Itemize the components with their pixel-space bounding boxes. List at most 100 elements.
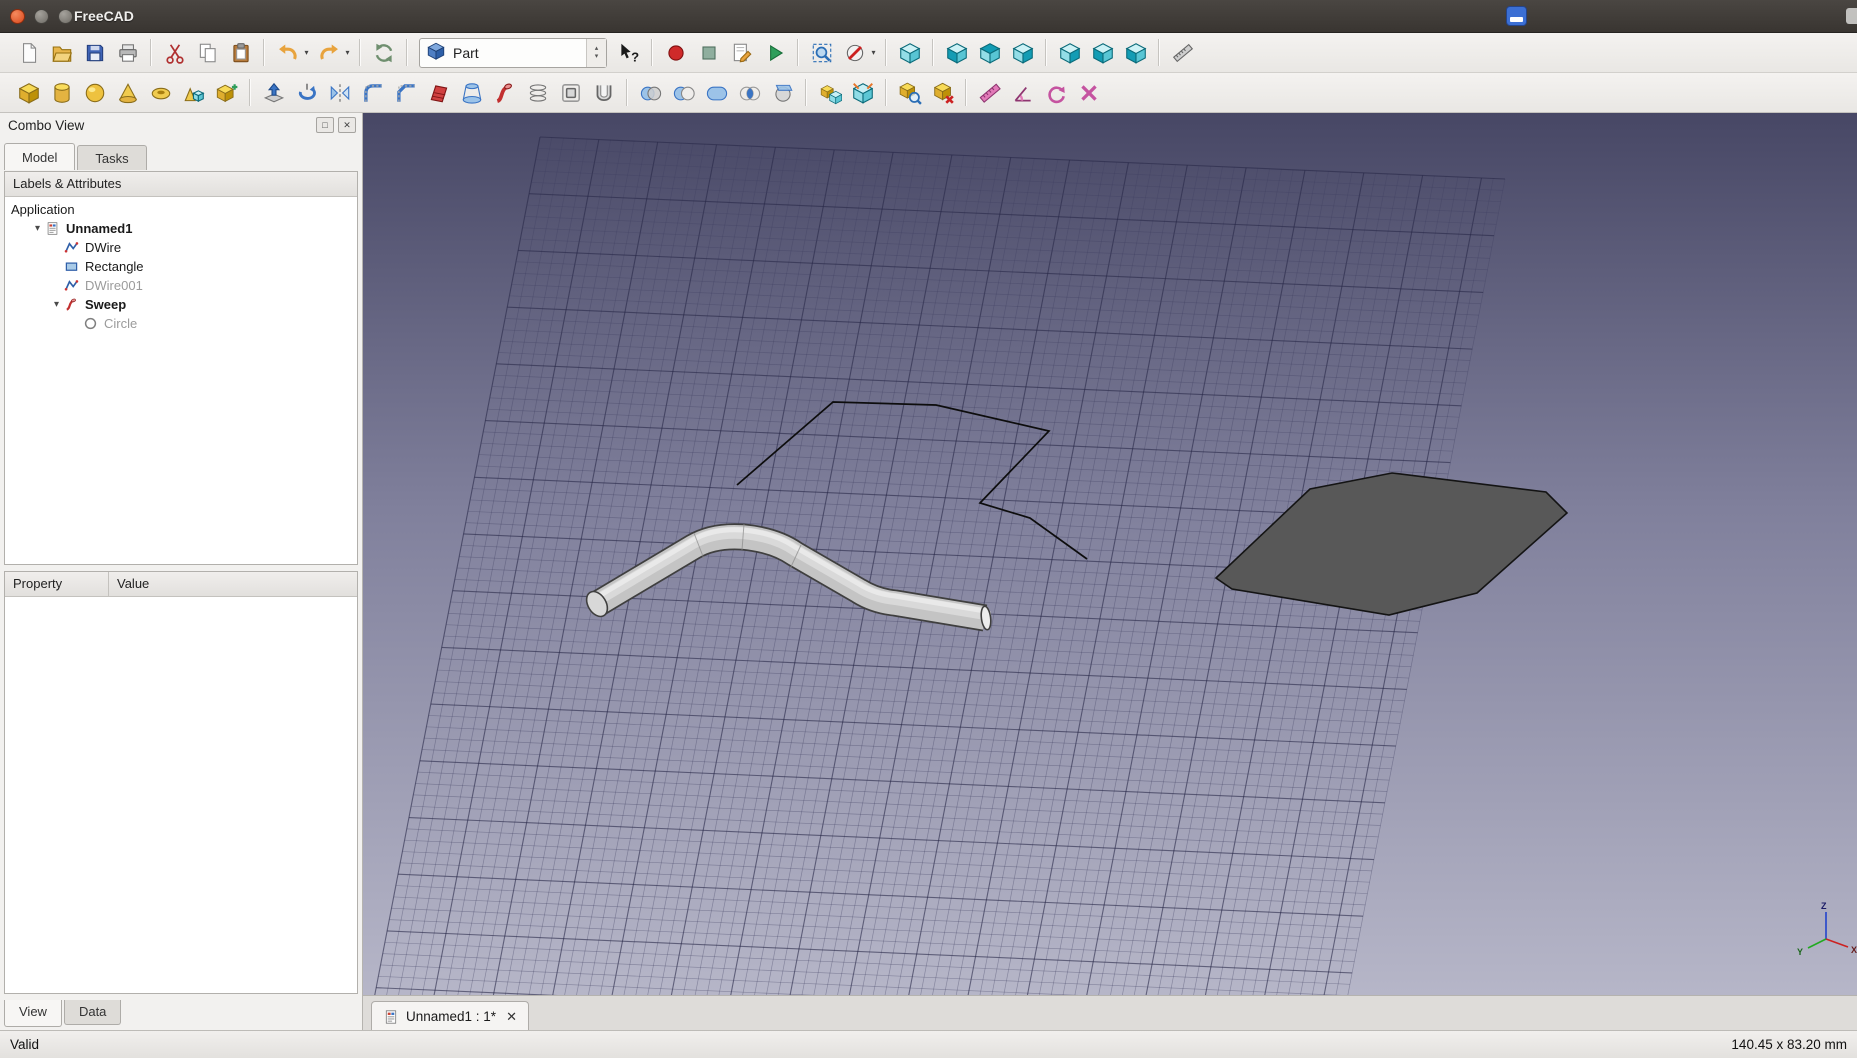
tab-view[interactable]: View bbox=[4, 1000, 62, 1027]
part-defeaturing-button[interactable] bbox=[926, 76, 959, 109]
macro-edit-button[interactable] bbox=[725, 36, 758, 69]
paste-button[interactable] bbox=[224, 36, 257, 69]
part-sweep-button[interactable] bbox=[488, 76, 521, 109]
part-thickness-button[interactable] bbox=[587, 76, 620, 109]
part-boolean-button[interactable] bbox=[634, 76, 667, 109]
part-primitives-button[interactable] bbox=[177, 76, 210, 109]
part-mirror-button[interactable] bbox=[323, 76, 356, 109]
new-document-button[interactable] bbox=[12, 36, 45, 69]
redo-button[interactable] bbox=[312, 36, 345, 69]
macro-stop-button[interactable] bbox=[692, 36, 725, 69]
view-front-icon bbox=[945, 41, 969, 65]
close-window-button[interactable] bbox=[10, 9, 25, 24]
part-primitives-icon bbox=[182, 81, 206, 105]
document-tab-label: Unnamed1 : 1* bbox=[406, 1009, 497, 1024]
redo-dropdown-icon[interactable]: ▾ bbox=[342, 48, 353, 57]
part-section-button[interactable] bbox=[766, 76, 799, 109]
paste-icon bbox=[229, 41, 253, 65]
status-message: Valid bbox=[10, 1037, 40, 1052]
document-tab[interactable]: Unnamed1 : 1* ✕ bbox=[371, 1001, 529, 1031]
measure-linear-button[interactable] bbox=[973, 76, 1006, 109]
minimize-window-button[interactable] bbox=[34, 9, 49, 24]
property-column-header[interactable]: Property bbox=[5, 572, 109, 596]
macro-execute-button[interactable] bbox=[758, 36, 791, 69]
close-panel-button[interactable]: ✕ bbox=[338, 117, 356, 133]
save-document-icon bbox=[83, 41, 107, 65]
part-chamfer-button[interactable] bbox=[389, 76, 422, 109]
measure-clear-icon bbox=[1077, 81, 1101, 105]
expander-icon[interactable]: ▾ bbox=[49, 299, 64, 310]
tree-item-application[interactable]: Application bbox=[5, 200, 357, 219]
open-document-button[interactable] bbox=[45, 36, 78, 69]
save-document-button[interactable] bbox=[78, 36, 111, 69]
expander-icon[interactable]: ▾ bbox=[30, 223, 45, 234]
undo-button[interactable] bbox=[271, 36, 304, 69]
part-revolve-button[interactable] bbox=[290, 76, 323, 109]
undo-dropdown-icon[interactable]: ▾ bbox=[301, 48, 312, 57]
tab-tasks[interactable]: Tasks bbox=[77, 145, 147, 170]
measure-angular-button[interactable] bbox=[1006, 76, 1039, 109]
part-intersection-icon bbox=[738, 81, 762, 105]
combo-spinner-icon[interactable]: ▴ ▾ bbox=[586, 38, 606, 67]
view-rear-button[interactable] bbox=[1053, 36, 1086, 69]
view-right-button[interactable] bbox=[1006, 36, 1039, 69]
macro-stop-icon bbox=[697, 41, 721, 65]
tab-model[interactable]: Model bbox=[4, 143, 76, 170]
part-box-icon bbox=[17, 81, 41, 105]
float-panel-button[interactable]: □ bbox=[316, 117, 334, 133]
macro-record-button[interactable] bbox=[659, 36, 692, 69]
tree-item-dwire001[interactable]: DWire001 bbox=[5, 276, 357, 295]
cut-button[interactable] bbox=[158, 36, 191, 69]
part-shape-builder-button[interactable] bbox=[210, 76, 243, 109]
fit-all-button[interactable] bbox=[805, 36, 838, 69]
view-isometric-button[interactable] bbox=[893, 36, 926, 69]
part-offset-button[interactable] bbox=[554, 76, 587, 109]
tree-item-unnamed1[interactable]: ▾ Unnamed1 bbox=[5, 219, 357, 238]
view-top-button[interactable] bbox=[973, 36, 1006, 69]
workbench-selector[interactable]: Part ▴ ▾ bbox=[419, 37, 607, 68]
draw-style-dropdown-icon[interactable]: ▾ bbox=[868, 48, 879, 57]
part-cone-button[interactable] bbox=[111, 76, 144, 109]
viewport-background bbox=[363, 113, 1857, 995]
part-cut-button[interactable] bbox=[667, 76, 700, 109]
part-union-button[interactable] bbox=[700, 76, 733, 109]
tree-item-circle[interactable]: Circle bbox=[5, 314, 357, 333]
part-sphere-button[interactable] bbox=[78, 76, 111, 109]
part-cylinder-button[interactable] bbox=[45, 76, 78, 109]
part-fillet-button[interactable] bbox=[356, 76, 389, 109]
part-connect-button[interactable] bbox=[846, 76, 879, 109]
copy-button[interactable] bbox=[191, 36, 224, 69]
keyboard-indicator-icon[interactable] bbox=[1506, 6, 1527, 26]
part-loft-button[interactable] bbox=[455, 76, 488, 109]
tree-item-label: DWire bbox=[85, 240, 122, 255]
part-ruled-surface-button[interactable] bbox=[422, 76, 455, 109]
tree-item-rectangle[interactable]: Rectangle bbox=[5, 257, 357, 276]
refresh-button[interactable] bbox=[367, 36, 400, 69]
part-compound-button[interactable] bbox=[813, 76, 846, 109]
tree-item-dwire[interactable]: DWire bbox=[5, 238, 357, 257]
part-intersection-button[interactable] bbox=[733, 76, 766, 109]
toolbar-separator bbox=[932, 39, 934, 66]
tree-item-sweep[interactable]: ▾ Sweep bbox=[5, 295, 357, 314]
tab-data[interactable]: Data bbox=[63, 1000, 122, 1025]
value-column-header[interactable]: Value bbox=[109, 572, 157, 596]
toolbar-separator bbox=[249, 79, 251, 106]
view-bottom-button[interactable] bbox=[1086, 36, 1119, 69]
part-extrude-button[interactable] bbox=[257, 76, 290, 109]
part-box-button[interactable] bbox=[12, 76, 45, 109]
view-left-button[interactable] bbox=[1119, 36, 1152, 69]
part-torus-button[interactable] bbox=[144, 76, 177, 109]
whats-this-button[interactable]: ? bbox=[612, 36, 645, 69]
measure-distance-button[interactable] bbox=[1166, 36, 1199, 69]
part-extrude-icon bbox=[262, 81, 286, 105]
maximize-window-button[interactable] bbox=[58, 9, 73, 24]
3d-viewport[interactable]: Z X Y bbox=[363, 113, 1857, 995]
part-check-geometry-button[interactable] bbox=[893, 76, 926, 109]
view-front-button[interactable] bbox=[940, 36, 973, 69]
part-cross-sections-button[interactable] bbox=[521, 76, 554, 109]
measure-refresh-button[interactable] bbox=[1039, 76, 1072, 109]
close-document-icon[interactable]: ✕ bbox=[506, 1009, 517, 1025]
measure-clear-button[interactable] bbox=[1072, 76, 1105, 109]
print-document-button[interactable] bbox=[111, 36, 144, 69]
draw-style-button[interactable] bbox=[838, 36, 871, 69]
